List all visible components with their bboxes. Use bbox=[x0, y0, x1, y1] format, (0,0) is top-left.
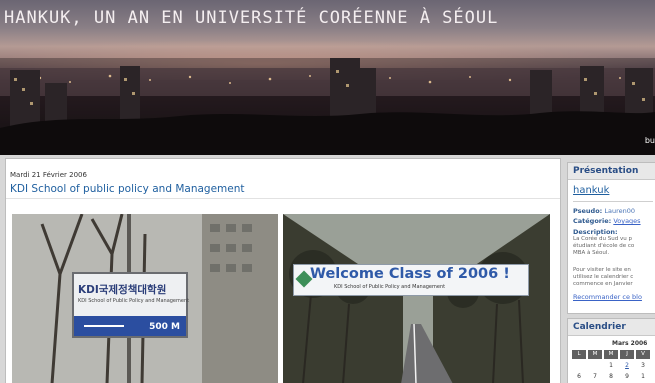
kdi-sign-english: KDI School of Public Policy and Manageme… bbox=[78, 298, 190, 304]
post-title[interactable]: KDI School of public policy and Manageme… bbox=[10, 183, 245, 195]
calendar-day: 6 bbox=[577, 373, 581, 380]
calendar-day: 1 bbox=[641, 373, 645, 380]
calendar-day bbox=[572, 361, 586, 371]
username-link[interactable]: hankuk bbox=[573, 185, 609, 196]
header-banner: HANKUK, UN AN EN UNIVERSITÉ CORÉENNE À S… bbox=[0, 0, 655, 155]
calendar-day: 3 bbox=[641, 362, 645, 369]
photo-welcome-banner[interactable]: Welcome Class of 2006 ! KDI School of Pu… bbox=[283, 214, 550, 383]
pseudo-value: Lauren00 bbox=[604, 207, 636, 215]
day-header: M bbox=[588, 350, 602, 359]
calendar-day: 9 bbox=[625, 373, 629, 380]
welcome-banner-subtext: KDI School of Public Policy and Manageme… bbox=[334, 284, 446, 290]
description-line-3: MBA à Séoul. bbox=[573, 250, 610, 256]
calendar-week-row: 1 2 3 bbox=[572, 361, 652, 371]
description-row: Description: bbox=[573, 228, 618, 236]
presentation-divider bbox=[573, 201, 653, 202]
calendar-box: Calendrier Mars 2006 L M M J V 1 2 3 6 7… bbox=[567, 318, 655, 383]
note-line-2: utilisez le calendrier c bbox=[573, 274, 634, 280]
recommend-link[interactable]: Recommander ce blo bbox=[573, 293, 642, 301]
sidebar: Présentation hankuk Pseudo: Lauren00 Cat… bbox=[567, 158, 655, 383]
calendar-day bbox=[588, 361, 602, 371]
calendar-day: 8 bbox=[609, 373, 613, 380]
description-line-2: étudiant d'école de co bbox=[573, 243, 635, 249]
presentation-heading: Présentation bbox=[568, 163, 655, 180]
kdi-road-sign: KDI국제정책대학원 KDI School of Public Policy a… bbox=[72, 272, 190, 338]
calendar-day: 7 bbox=[593, 373, 597, 380]
pseudo-row: Pseudo: Lauren00 bbox=[573, 207, 635, 215]
day-header: V bbox=[636, 350, 650, 359]
banner-corner-text: bu bbox=[644, 136, 655, 145]
description-line-1: La Corée du Sud vu p bbox=[573, 236, 632, 242]
welcome-banner-text: Welcome Class of 2006 ! bbox=[310, 266, 510, 282]
kdi-sign-korean: KDI국제정책대학원 bbox=[78, 284, 167, 296]
day-header: L bbox=[572, 350, 586, 359]
category-link[interactable]: Voyages bbox=[613, 217, 640, 225]
main-content: Mardi 21 Février 2006 KDI School of publ… bbox=[5, 158, 561, 383]
category-label: Catégorie: bbox=[573, 217, 612, 225]
note-line-1: Pour visiter le site en bbox=[573, 267, 631, 273]
blog-title[interactable]: HANKUK, UN AN EN UNIVERSITÉ CORÉENNE À S… bbox=[4, 8, 498, 28]
calendar-month: Mars 2006 bbox=[612, 340, 648, 347]
post-date: Mardi 21 Février 2006 bbox=[10, 171, 87, 179]
kdi-sign-distance: 500 M bbox=[149, 322, 180, 332]
pseudo-label: Pseudo: bbox=[573, 207, 603, 215]
road-and-trees-image bbox=[283, 214, 550, 383]
calendar-day: 1 bbox=[609, 362, 613, 369]
day-header: M bbox=[604, 350, 618, 359]
day-header: J bbox=[620, 350, 634, 359]
calendar-week-row: 6 7 8 9 1 bbox=[572, 372, 652, 382]
post-divider bbox=[6, 198, 560, 199]
category-row: Catégorie: Voyages bbox=[573, 217, 641, 225]
calendar-day-link[interactable]: 2 bbox=[620, 361, 634, 371]
kdi-sign-distance-bar: 500 M bbox=[74, 316, 186, 336]
photo-kdi-sign[interactable]: KDI국제정책대학원 KDI School of Public Policy a… bbox=[12, 214, 278, 383]
presentation-box: Présentation hankuk Pseudo: Lauren00 Cat… bbox=[567, 162, 655, 314]
calendar-heading: Calendrier bbox=[568, 319, 655, 336]
welcome-banner: Welcome Class of 2006 ! KDI School of Pu… bbox=[293, 264, 529, 296]
note-line-3: commence en Janvier bbox=[573, 281, 633, 287]
calendar-day-headers: L M M J V bbox=[572, 350, 652, 359]
description-label: Description: bbox=[573, 228, 618, 236]
city-skyline-image bbox=[0, 58, 655, 155]
arrow-left-icon bbox=[84, 325, 124, 327]
